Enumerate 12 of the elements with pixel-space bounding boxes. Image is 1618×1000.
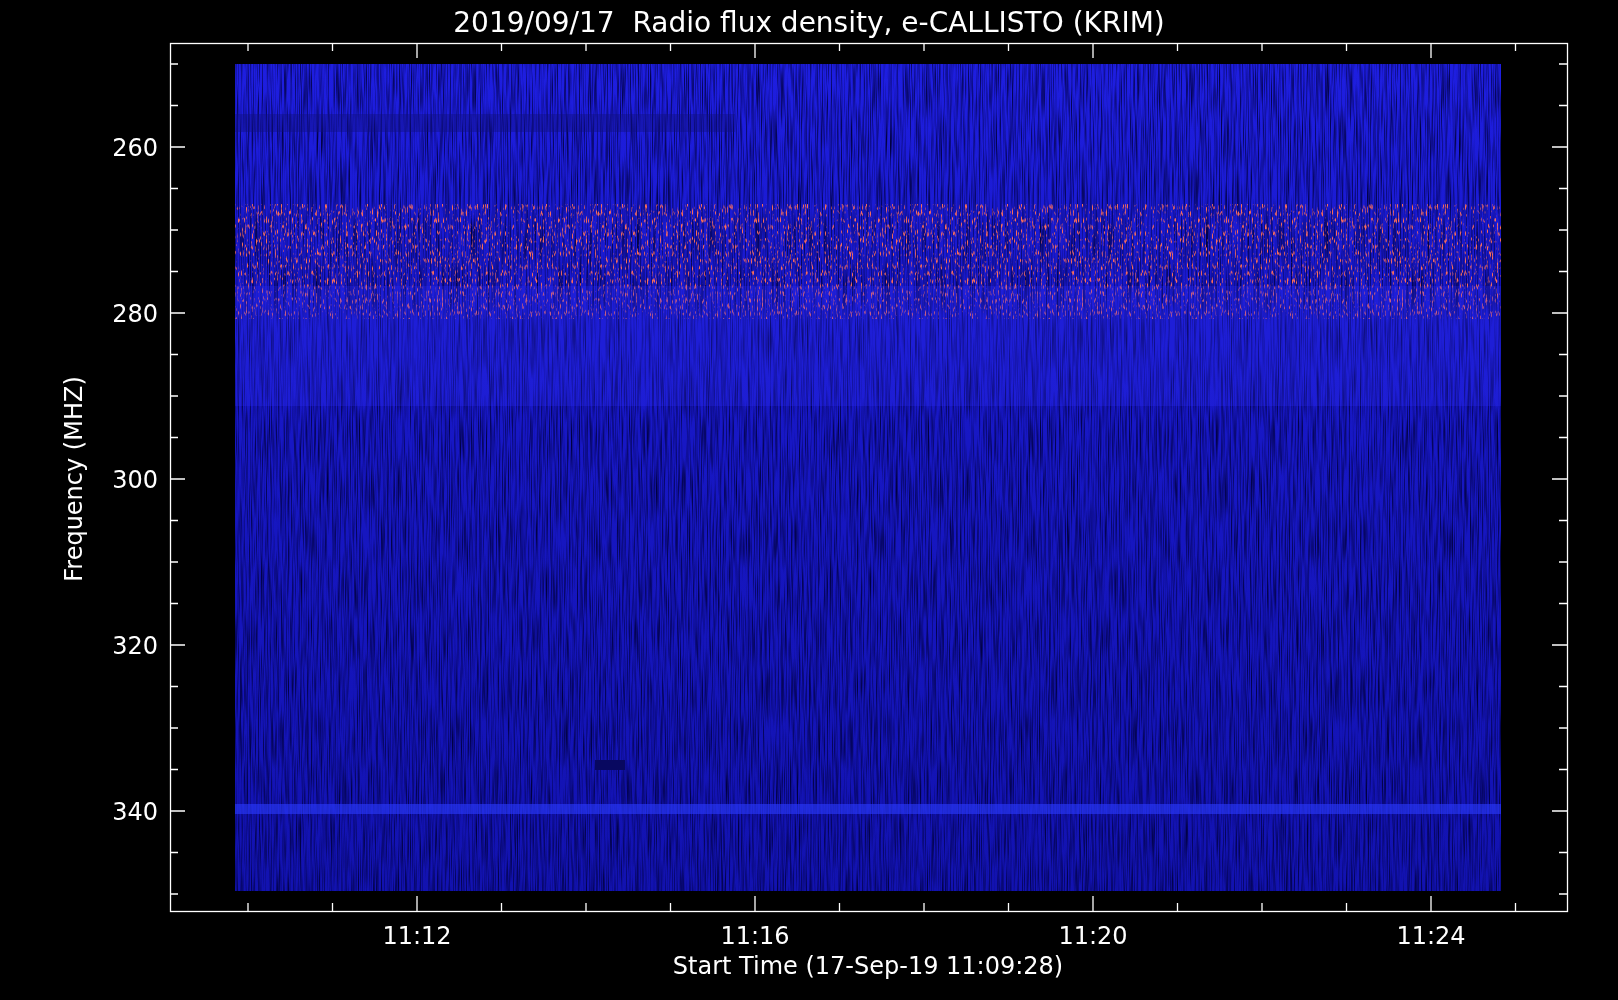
x-tick-label: 11:24 [1396,922,1466,950]
y-axis-label: Frequency (MHZ) [60,376,88,582]
x-axis-label: Start Time (17-Sep-19 11:09:28) [672,952,1064,980]
y-tick-label: 260 [112,134,158,162]
chart-title: 2019/09/17 Radio flux density, e-CALLISTO (KRIM) [453,6,1165,39]
y-tick-label: 300 [112,466,158,494]
x-tick-label: 11:12 [382,922,452,950]
y-tick-label: 280 [112,300,158,328]
y-tick-label: 320 [112,632,158,660]
y-tick-label: 340 [112,798,158,826]
x-tick-label: 11:20 [1058,922,1128,950]
x-tick-label: 11:16 [720,922,790,950]
